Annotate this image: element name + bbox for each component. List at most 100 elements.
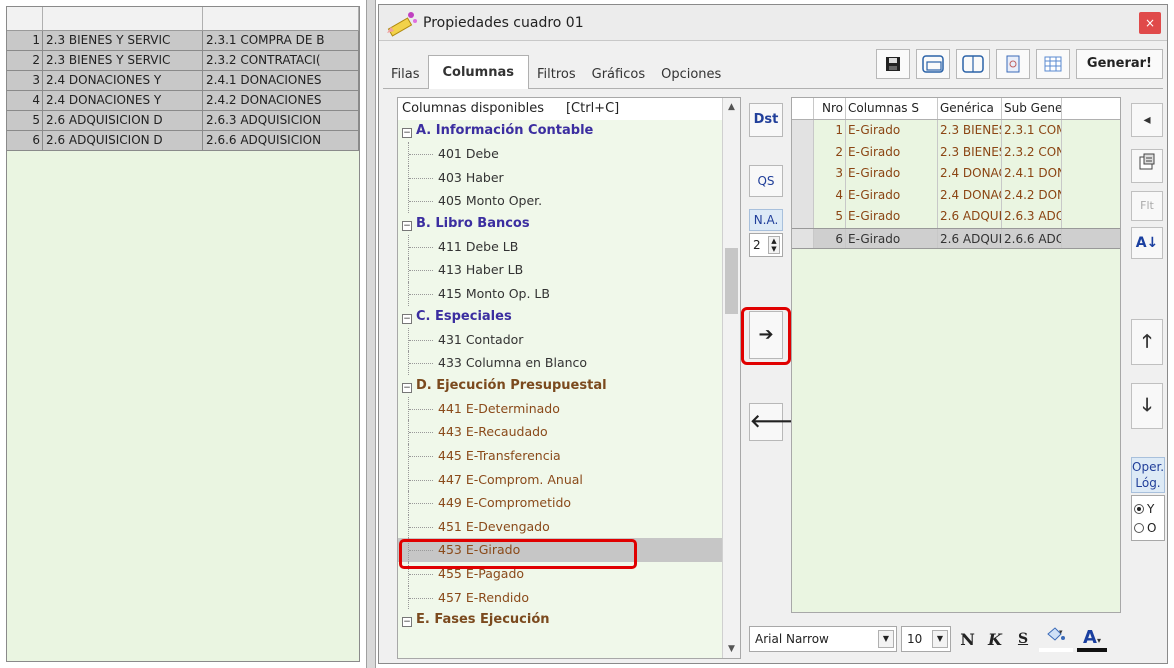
subgenerica-cell[interactable]: 2.4.2 DONACIONES [203,91,359,110]
column-name-cell[interactable]: E-Girado [846,228,938,248]
grid-header-col2[interactable] [203,7,359,30]
generica-cell[interactable]: 2.4 DONACIONES Y [43,91,203,110]
scroll-down-icon[interactable]: ▼ [723,644,740,654]
column-name-cell[interactable]: E-Girado [846,206,938,228]
selected-column-row[interactable]: 6 E-Girado 2.6 ADQUI 2.6.6 ADQ [792,227,1120,249]
generica-cell[interactable]: 2.6 ADQUISICION D [43,131,203,150]
subgenerica-cell[interactable]: 2.4.1 DONACIONES [203,71,359,90]
filter-button[interactable]: Flt [1131,191,1163,221]
layout-frame-button[interactable] [915,49,950,79]
generica-cell[interactable]: 2.3 BIENES Y SERVIC [43,51,203,70]
col-header-nro[interactable]: Nro [814,98,846,119]
tree-item[interactable]: 403 Haber [398,165,740,190]
generica-cell[interactable]: 2.6 ADQUI [938,228,1002,248]
radio-y-dot[interactable] [1134,503,1144,514]
chevron-down-icon[interactable]: ▼ [878,630,894,648]
tree-item[interactable]: 453 E-Girado [398,538,740,562]
column-name-cell[interactable]: E-Girado [846,120,938,142]
result-grid[interactable]: 1 2.3 BIENES Y SERVIC 2.3.1 COMPRA DE B 2 2.… [6,6,360,662]
dialog-titlebar[interactable]: Propiedades cuadro 01 × [379,5,1167,41]
selected-columns-grid[interactable]: Nro Columnas S Genérica Sub Generi 1E-Gi… [791,97,1121,613]
generica-cell[interactable]: 2.6 ADQUISICION D [43,111,203,130]
result-grid-row[interactable]: 4 2.4 DONACIONES Y 2.4.2 DONACIONES [7,91,359,111]
result-grid-row[interactable]: 3 2.4 DONACIONES Y 2.4.1 DONACIONES [7,71,359,91]
radio-o-dot[interactable] [1134,522,1144,533]
row-number[interactable]: 6 [7,131,43,150]
tree-item[interactable]: 445 E-Transferencia [398,443,740,468]
radio-o[interactable]: O [1134,518,1162,537]
collapse-button[interactable]: ◂ [1131,103,1163,137]
subgenerica-cell[interactable]: 2.3.2 CONTRATACI( [203,51,359,70]
row-number[interactable]: 1 [7,31,43,50]
col-header-columnas[interactable]: Columnas S [846,98,938,119]
move-down-button[interactable]: 🡓 [1131,383,1163,429]
dst-button[interactable]: Dst [749,103,783,137]
column-name-cell[interactable]: E-Girado [846,163,938,185]
split-view-button[interactable] [955,49,990,79]
result-grid-row[interactable]: 6 2.6 ADQUISICION D 2.6.6 ADQUISICION [7,131,359,151]
nro-cell[interactable]: 2 [814,141,846,163]
tree-item[interactable]: 411 Debe LB [398,234,740,259]
selected-column-row[interactable]: 5 E-Girado 2.6 ADQUI 2.6.3 ADQ [792,206,1120,228]
selected-column-row[interactable]: 1 E-Girado 2.3 BIENES 2.3.1 COM [792,120,1120,142]
collapse-minus-icon[interactable]: − [402,617,412,628]
splitter[interactable] [366,0,376,668]
subgenerica-cell[interactable]: 2.6.3 ADQUISICION [203,111,359,130]
properties-button[interactable] [1131,149,1163,183]
result-grid-row[interactable]: 5 2.6 ADQUISICION D 2.6.3 ADQUISICION [7,111,359,131]
bold-button[interactable]: N [955,630,979,649]
tab-filas[interactable]: Filas [383,62,428,88]
generica-cell[interactable]: 2.4 DONAC [938,184,1002,206]
tab-columnas[interactable]: Columnas [427,55,529,89]
row-indicator[interactable] [792,163,814,185]
selected-column-row[interactable]: 4 E-Girado 2.4 DONAC 2.4.2 DON [792,184,1120,206]
tree-item[interactable]: 413 Haber LB [398,258,740,282]
remove-column-button[interactable]: 🡐 [749,403,798,441]
col-header-generica[interactable]: Genérica [938,98,1002,119]
scroll-up-icon[interactable]: ▲ [723,102,740,112]
column-name-cell[interactable]: E-Girado [846,141,938,163]
nro-cell[interactable]: 1 [814,120,846,142]
nro-cell[interactable]: 4 [814,184,846,206]
fill-color-button[interactable]: ▾ [1039,626,1073,652]
nro-cell[interactable]: 5 [814,206,846,228]
font-color-button[interactable]: A▾ [1077,627,1107,652]
font-size-select[interactable]: 10 ▼ [901,626,951,652]
collapse-minus-icon[interactable]: − [402,220,412,231]
row-number[interactable]: 5 [7,111,43,130]
subgenerica-cell[interactable]: 2.4.1 DON [1002,163,1062,185]
tree-item[interactable]: 433 Columna en Blanco [398,351,740,375]
nro-cell[interactable]: 3 [814,163,846,185]
generica-cell[interactable]: 2.6 ADQUI [938,206,1002,228]
column-name-cell[interactable]: E-Girado [846,184,938,206]
row-indicator[interactable] [792,141,814,163]
row-indicator[interactable] [792,228,814,248]
tree-scrollbar[interactable]: ▲ ▼ [722,98,740,658]
move-up-button[interactable]: 🡑 [1131,319,1163,365]
generar-button[interactable]: Generar! [1075,49,1163,79]
font-family-select[interactable]: Arial Narrow ▼ [749,626,897,652]
subgenerica-cell[interactable]: 2.4.2 DON [1002,184,1062,206]
tree-item[interactable]: 447 E-Comprom. Anual [398,467,740,492]
tab-graficos[interactable]: Gráficos [584,62,653,88]
spinner-arrows-icon[interactable]: ▲ ▼ [768,236,780,254]
chevron-down-icon[interactable]: ▼ [932,630,948,648]
selected-column-row[interactable]: 3 E-Girado 2.4 DONAC 2.4.1 DON [792,163,1120,185]
subgenerica-cell[interactable]: 2.6.3 ADQ [1002,206,1062,228]
selected-column-row[interactable]: 2 E-Girado 2.3 BIENES 2.3.2 CON [792,141,1120,163]
sort-az-button[interactable]: A↓ [1131,227,1163,259]
nro-cell[interactable]: 6 [814,228,846,248]
subgenerica-cell[interactable]: 2.6.6 ADQUISICION [203,131,359,150]
add-column-button[interactable]: ➔ [749,311,783,359]
collapse-minus-icon[interactable]: − [402,382,412,393]
result-grid-row[interactable]: 2 2.3 BIENES Y SERVIC 2.3.2 CONTRATACI( [7,51,359,71]
tree-section[interactable]: − D. Ejecución Presupuestal [398,375,740,397]
available-columns-tree[interactable]: Columnas disponibles [Ctrl+C] − A. Informa… [397,97,741,659]
col-header-subgenerica[interactable]: Sub Generi [1002,98,1062,119]
tree-item[interactable]: 441 E-Determinado [398,396,740,421]
subgenerica-cell[interactable]: 2.3.1 COMPRA DE B [203,31,359,50]
qs-button[interactable]: QS [749,165,783,197]
generica-cell[interactable]: 2.3 BIENES [938,141,1002,163]
tree-item[interactable]: 443 E-Recaudado [398,420,740,444]
result-grid-row[interactable]: 1 2.3 BIENES Y SERVIC 2.3.1 COMPRA DE B [7,31,359,51]
